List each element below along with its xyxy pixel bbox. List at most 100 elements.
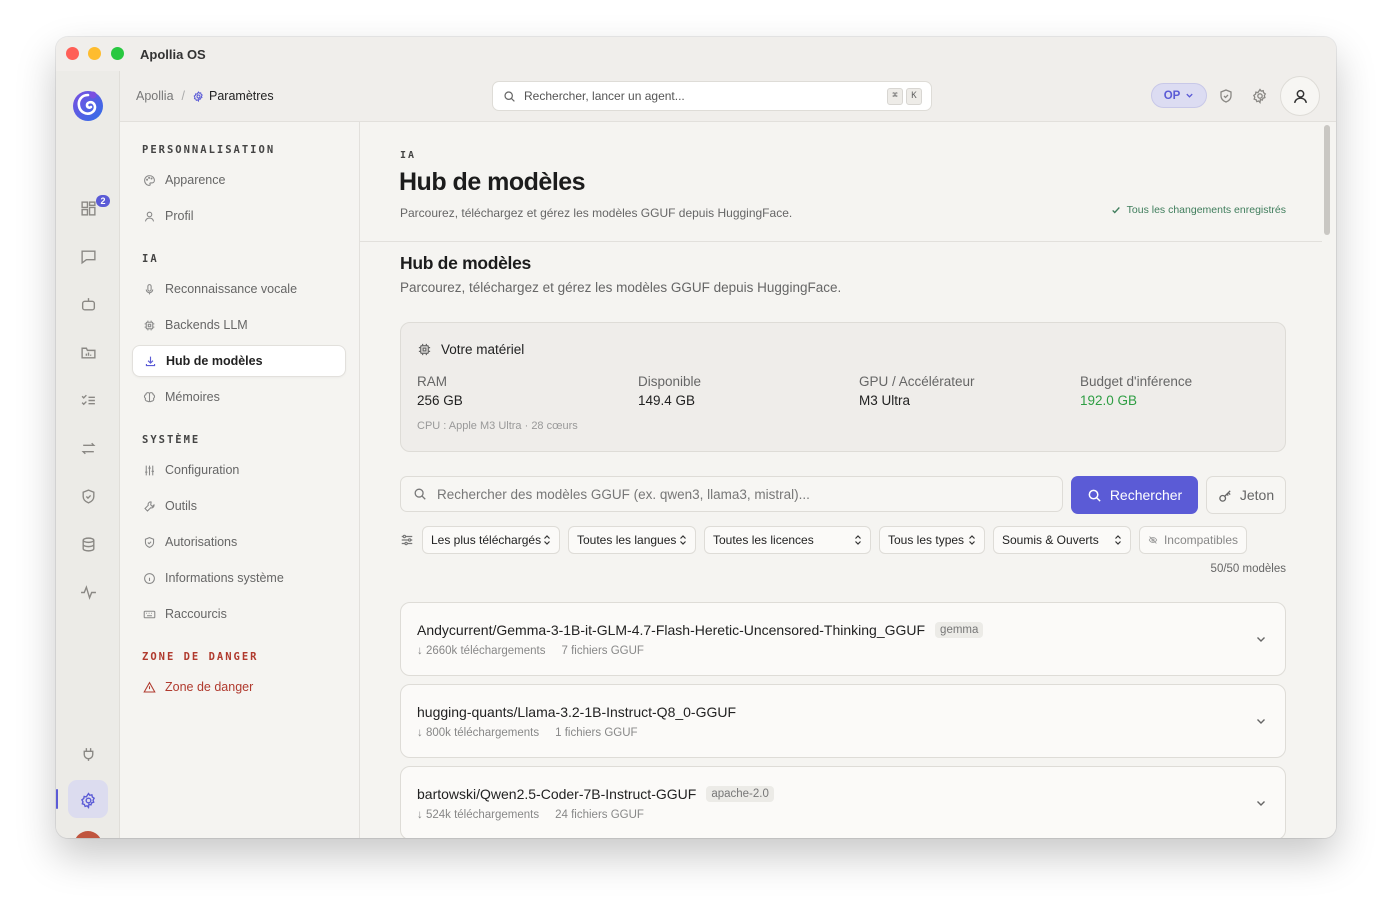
chat-icon[interactable] bbox=[76, 244, 100, 268]
app-logo-icon[interactable] bbox=[71, 88, 105, 122]
main-scrollbar[interactable] bbox=[1324, 125, 1330, 235]
user-menu-button[interactable] bbox=[1280, 76, 1320, 116]
gear-icon bbox=[193, 90, 203, 102]
model-downloads-value: 2660k téléchargements bbox=[425, 645, 546, 657]
page-title: Hub de modèles bbox=[399, 168, 586, 196]
nav-item-appearance[interactable]: Apparence bbox=[132, 164, 346, 196]
budget-value: 192.0 GB bbox=[1080, 393, 1138, 408]
search-button[interactable]: Rechercher bbox=[1071, 476, 1198, 514]
shield-check-icon bbox=[144, 536, 155, 548]
title-bar: Apollia OS bbox=[56, 37, 1336, 71]
nav-item-shortcuts[interactable]: Raccourcis bbox=[132, 598, 346, 630]
maximize-window-button[interactable] bbox=[111, 47, 124, 60]
model-files: 1 fichiers GGUF bbox=[555, 727, 638, 739]
model-downloads: ↓ 800k téléchargements bbox=[417, 727, 540, 739]
chevron-updown-icon bbox=[1115, 535, 1121, 545]
access-select[interactable]: Soumis & Ouverts bbox=[993, 526, 1131, 554]
token-button[interactable]: Jeton bbox=[1206, 476, 1286, 514]
breadcrumb-current-label: Paramètres bbox=[209, 89, 274, 103]
model-card[interactable]: bartowski/Qwen2.5-Coder-7B-Instruct-GGUF… bbox=[400, 766, 1286, 838]
check-icon bbox=[1111, 207, 1120, 214]
search-icon bbox=[414, 488, 426, 500]
gear-icon[interactable] bbox=[1252, 88, 1268, 104]
nav-item-label: Outils bbox=[165, 499, 197, 513]
chevron-down-icon[interactable] bbox=[1255, 797, 1267, 809]
nav-item-llm-backends[interactable]: Backends LLM bbox=[132, 309, 346, 341]
chevron-updown-icon bbox=[680, 535, 686, 545]
user-icon bbox=[144, 211, 155, 222]
nav-item-label: Zone de danger bbox=[165, 680, 254, 694]
model-meta: ↓ 2660k téléchargements 7 fichiers GGUF bbox=[417, 645, 644, 657]
breadcrumb-root[interactable]: Apollia bbox=[136, 89, 174, 103]
incompatible-toggle[interactable]: Incompatibles bbox=[1139, 526, 1247, 554]
close-window-button[interactable] bbox=[66, 47, 79, 60]
icon-rail: 2 NZ bbox=[56, 71, 120, 838]
shield-icon[interactable] bbox=[76, 484, 100, 508]
model-downloads: ↓ 2660k téléchargements bbox=[417, 645, 546, 657]
global-search-input[interactable]: Rechercher, lancer un agent... ⌘ K bbox=[492, 81, 932, 111]
model-card[interactable]: hugging-quants/Llama-3.2-1B-Instruct-Q8_… bbox=[400, 684, 1286, 758]
brain-icon bbox=[143, 391, 156, 402]
model-files: 7 fichiers GGUF bbox=[561, 645, 644, 657]
nav-item-label: Backends LLM bbox=[165, 318, 248, 332]
nav-item-configuration[interactable]: Configuration bbox=[132, 454, 346, 486]
plug-icon[interactable] bbox=[76, 742, 100, 766]
user-icon bbox=[1293, 89, 1307, 103]
model-license-tag: apache-2.0 bbox=[706, 786, 774, 802]
workspace-label: OP bbox=[1163, 89, 1181, 102]
activity-icon[interactable] bbox=[76, 580, 100, 604]
section-subtitle: Parcourez, téléchargez et gérez les modè… bbox=[400, 280, 842, 295]
model-downloads-value: 524k téléchargements bbox=[425, 809, 540, 821]
sync-icon[interactable] bbox=[76, 436, 100, 460]
wrench-icon bbox=[144, 500, 155, 512]
gpu-label: GPU / Accélérateur bbox=[859, 374, 975, 389]
shield-icon[interactable] bbox=[1218, 88, 1234, 104]
nav-item-label: Informations système bbox=[165, 571, 284, 585]
gpu-value: M3 Ultra bbox=[859, 393, 911, 408]
nav-item-permissions[interactable]: Autorisations bbox=[132, 526, 346, 558]
chevron-down-icon[interactable] bbox=[1255, 715, 1267, 727]
nav-section-personalization: PERSONNALISATION bbox=[142, 144, 276, 156]
window-title: Apollia OS bbox=[140, 47, 206, 62]
settings-sidebar: PERSONNALISATION Apparence Profil IA Rec… bbox=[120, 122, 360, 838]
model-meta: ↓ 800k téléchargements 1 fichiers GGUF bbox=[417, 727, 638, 739]
results-count: 50/50 modèles bbox=[1210, 563, 1286, 575]
nav-item-model-hub[interactable]: Hub de modèles bbox=[132, 345, 346, 377]
folder-icon[interactable] bbox=[76, 340, 100, 364]
tasks-icon[interactable] bbox=[76, 388, 100, 412]
available-stat: Disponible 149.4 GB bbox=[638, 374, 701, 408]
page-eyebrow: IA bbox=[400, 150, 417, 161]
gpu-stat: GPU / Accélérateur M3 Ultra bbox=[859, 374, 975, 408]
nav-item-tools[interactable]: Outils bbox=[132, 490, 346, 522]
chevron-down-icon[interactable] bbox=[1255, 633, 1267, 645]
model-search-placeholder: Rechercher des modèles GGUF (ex. qwen3, … bbox=[437, 486, 810, 502]
database-icon[interactable] bbox=[76, 532, 100, 556]
nav-item-profile[interactable]: Profil bbox=[132, 200, 346, 232]
key-icon bbox=[1219, 489, 1231, 502]
nav-item-danger-zone[interactable]: Zone de danger bbox=[132, 671, 346, 703]
type-select[interactable]: Tous les types bbox=[879, 526, 985, 554]
nav-item-speech-recognition[interactable]: Reconnaissance vocale bbox=[132, 273, 346, 305]
user-avatar[interactable]: NZ bbox=[74, 831, 102, 838]
workspace-switcher[interactable]: OP bbox=[1151, 83, 1207, 108]
nav-item-memories[interactable]: Mémoires bbox=[132, 381, 346, 413]
cpu-info: CPU : Apple M3 Ultra · 28 cœurs bbox=[417, 420, 578, 432]
bot-icon[interactable] bbox=[76, 292, 100, 316]
nav-item-system-info[interactable]: Informations système bbox=[132, 562, 346, 594]
available-value: 149.4 GB bbox=[638, 393, 696, 408]
model-name: Andycurrent/Gemma-3-1B-it-GLM-4.7-Flash-… bbox=[417, 622, 926, 638]
nav-section-danger: ZONE DE DANGER bbox=[142, 651, 259, 663]
filter-sliders-icon bbox=[401, 534, 413, 546]
model-search-input[interactable]: Rechercher des modèles GGUF (ex. qwen3, … bbox=[400, 476, 1063, 512]
minimize-window-button[interactable] bbox=[88, 47, 101, 60]
budget-stat: Budget d'inférence 192.0 GB bbox=[1080, 374, 1192, 408]
nav-item-label: Raccourcis bbox=[165, 607, 227, 621]
nav-item-label: Profil bbox=[165, 209, 194, 223]
model-card[interactable]: Andycurrent/Gemma-3-1B-it-GLM-4.7-Flash-… bbox=[400, 602, 1286, 676]
chevron-down-icon bbox=[1186, 93, 1193, 98]
language-select[interactable]: Toutes les langues bbox=[568, 526, 696, 554]
sort-select[interactable]: Les plus téléchargés bbox=[422, 526, 560, 554]
access-select-value: Soumis & Ouverts bbox=[1002, 533, 1099, 547]
license-select[interactable]: Toutes les licences bbox=[704, 526, 871, 554]
gear-icon[interactable] bbox=[76, 788, 100, 812]
